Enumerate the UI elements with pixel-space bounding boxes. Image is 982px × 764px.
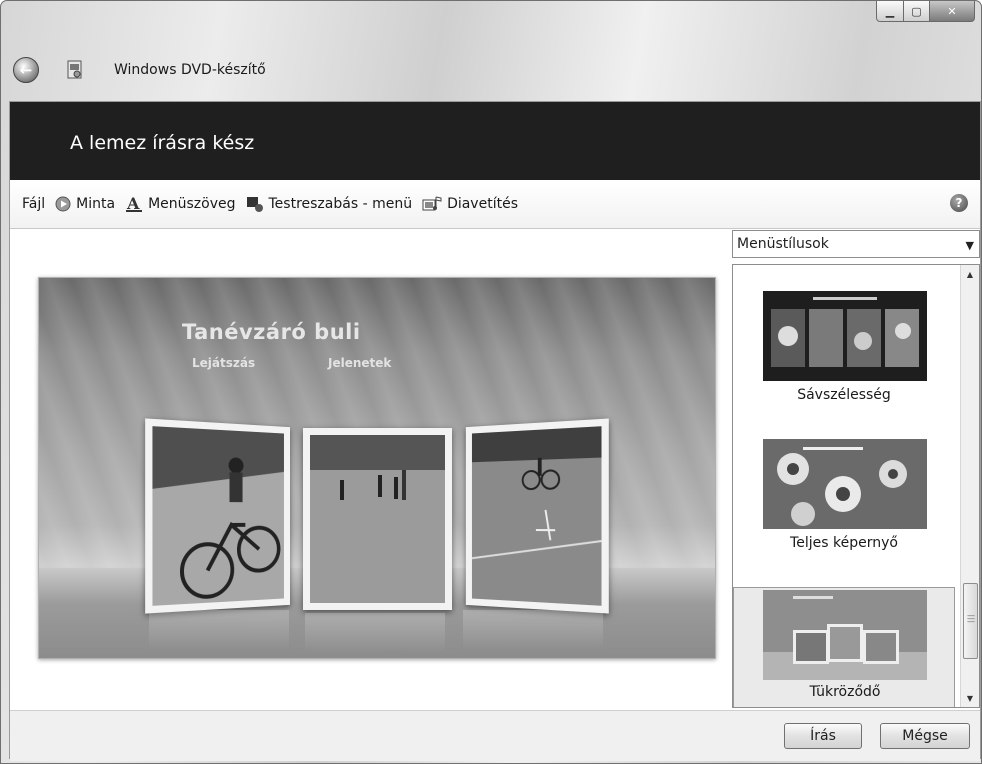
- customize-icon: [246, 195, 264, 213]
- styles-list-scrollbar[interactable]: ▲ — — — ▼: [960, 265, 979, 707]
- play-link[interactable]: Lejátszás: [192, 356, 255, 370]
- play-icon: [55, 196, 71, 212]
- close-button[interactable]: ✕: [930, 1, 975, 22]
- photo-boy-bicycle: [152, 426, 284, 606]
- photo-kids-playing: [310, 435, 445, 603]
- menu-styles-dropdown[interactable]: Menüstílusok ▼: [732, 230, 980, 258]
- file-menu-label: Fájl: [22, 196, 46, 212]
- minimize-icon: ▁: [885, 4, 895, 18]
- page-heading: A lemez írásra kész: [70, 132, 255, 154]
- wizard-content: A lemez írásra kész Fájl Minta A Menüszö…: [9, 101, 981, 761]
- preview-button[interactable]: Minta: [55, 196, 115, 212]
- dvd-menu-preview: Tanévzáró buli Lejátszás Jelenetek: [38, 277, 716, 659]
- text-format-icon: A: [125, 195, 143, 213]
- style-label-reflecting: Tükröződő: [809, 684, 881, 700]
- bottom-command-bar: Írás Mégse: [10, 710, 980, 761]
- photo-schoolyard-bike: [471, 426, 602, 606]
- dvd-maker-app-icon: [67, 60, 82, 79]
- back-arrow-icon: ←: [19, 61, 33, 79]
- menu-styles-list: Sávszélesség Teljes képernyő Tükröződő ▲…: [732, 264, 980, 708]
- scroll-down-arrow-icon[interactable]: ▼: [961, 689, 979, 707]
- caption-buttons: ▁ ▢ ✕: [876, 1, 975, 22]
- write-button-label: Írás: [810, 728, 836, 744]
- menu-styles-dropdown-value: Menüstílusok: [737, 236, 829, 252]
- style-thumbnail-reflecting: [763, 590, 927, 680]
- customize-menu-button[interactable]: Testreszabás - menü: [246, 195, 413, 213]
- customize-menu-label: Testreszabás - menü: [268, 196, 413, 212]
- style-item-reflecting[interactable]: Tükröződő: [733, 587, 955, 707]
- preview-label: Minta: [76, 196, 116, 212]
- menu-text-label: Menüszöveg: [148, 196, 236, 212]
- cancel-button-label: Mégse: [902, 728, 948, 744]
- scenes-link: Jelenetek: [328, 356, 392, 370]
- style-item-fullscreen[interactable]: Teljes képernyő: [733, 439, 955, 565]
- style-thumbnail-bandwidth: [763, 291, 927, 381]
- header-banner: A lemez írásra kész: [10, 102, 980, 180]
- minimize-button[interactable]: ▁: [876, 1, 904, 22]
- scene-photo-2: [303, 428, 452, 610]
- slideshow-icon: [422, 195, 442, 213]
- photo-reflection-1: [149, 610, 289, 650]
- scroll-up-arrow-icon[interactable]: ▲: [961, 265, 979, 283]
- help-icon: ?: [955, 196, 963, 210]
- style-label-fullscreen: Teljes képernyő: [790, 535, 898, 551]
- maximize-button[interactable]: ▢: [904, 1, 930, 22]
- style-item-bandwidth[interactable]: Sávszélesség: [733, 291, 955, 417]
- disc-title[interactable]: Tanévzáró buli: [182, 320, 361, 344]
- help-button[interactable]: ?: [950, 194, 968, 212]
- slideshow-button[interactable]: Diavetítés: [422, 195, 518, 213]
- back-button[interactable]: ←: [13, 57, 39, 83]
- dropdown-arrow-icon: ▼: [965, 239, 974, 252]
- style-label-bandwidth: Sávszélesség: [797, 387, 891, 403]
- dvd-maker-window: ▁ ▢ ✕ ← Windows DVD-készítő A lemez írás…: [0, 0, 982, 764]
- scrollbar-thumb[interactable]: — — —: [963, 583, 978, 659]
- window-title: Windows DVD-készítő: [114, 62, 266, 78]
- scene-photo-3: [465, 418, 609, 614]
- maximize-icon: ▢: [911, 4, 922, 18]
- style-thumbnail-fullscreen: [763, 439, 927, 529]
- menu-text-button[interactable]: A Menüszöveg: [125, 195, 236, 213]
- photo-reflection-2: [305, 613, 445, 653]
- close-icon: ✕: [947, 4, 957, 18]
- photo-reflection-3: [463, 610, 603, 650]
- write-button[interactable]: Írás: [784, 723, 862, 749]
- file-menu[interactable]: Fájl: [22, 196, 45, 212]
- slideshow-label: Diavetítés: [447, 196, 518, 212]
- scrollbar-grip-icon: — — —: [967, 611, 975, 626]
- scene-photo-1: [145, 418, 291, 614]
- toolbar: Fájl Minta A Menüszöveg Testreszabás - m…: [10, 180, 980, 229]
- cancel-button[interactable]: Mégse: [880, 723, 970, 749]
